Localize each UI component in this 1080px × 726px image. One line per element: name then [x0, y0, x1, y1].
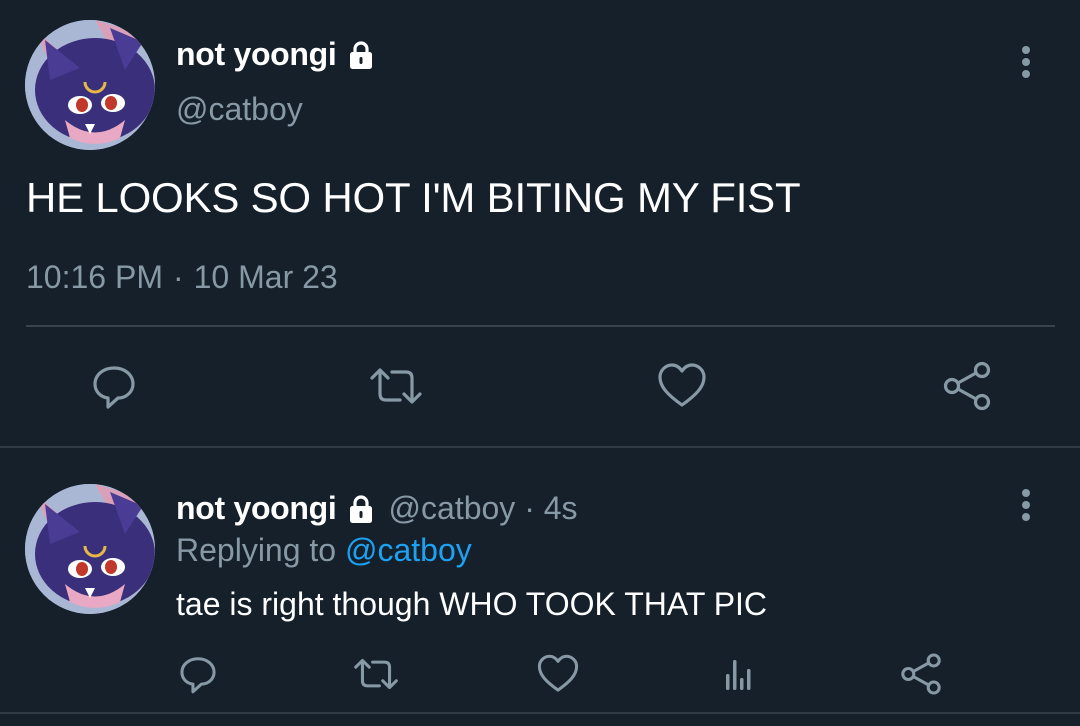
like-heart-icon: [537, 654, 579, 692]
more-vertical-icon[interactable]: [1019, 44, 1033, 84]
share-icon: [901, 653, 941, 695]
share-button[interactable]: [940, 360, 994, 412]
analytics-button[interactable]: [718, 652, 758, 696]
retweet-icon: [354, 658, 398, 690]
main-tweet[interactable]: not yoongi @catboy HE LOOKS SO HOT I'M B…: [0, 0, 1080, 446]
reply-icon: [180, 657, 216, 694]
replying-to: Replying to @catboy: [176, 532, 472, 569]
reply-button[interactable]: [88, 360, 140, 412]
author-row: not yoongi: [176, 36, 377, 73]
share-button[interactable]: [898, 652, 944, 696]
display-name[interactable]: not yoongi: [176, 36, 337, 73]
handle-and-time[interactable]: @catboy · 4s: [389, 490, 578, 527]
retweet-button[interactable]: [350, 652, 402, 696]
tweet-thread: not yoongi @catboy HE LOOKS SO HOT I'M B…: [0, 0, 1080, 726]
replying-label: Replying to: [176, 532, 337, 568]
like-button[interactable]: [536, 652, 580, 696]
retweet-button[interactable]: [366, 360, 426, 412]
retweet-icon: [370, 368, 422, 404]
tweet-date: 10 Mar 23: [193, 259, 338, 295]
reply-text: tae is right though WHO TOOK THAT PIC: [176, 586, 768, 622]
avatar[interactable]: [25, 20, 155, 150]
avatar-image: [25, 20, 155, 150]
reply-icon: [93, 366, 135, 409]
lock-icon: [345, 493, 377, 525]
like-heart-icon: [658, 363, 706, 407]
divider: [0, 712, 1080, 714]
divider: [26, 325, 1055, 327]
mention-link[interactable]: @catboy: [345, 532, 472, 568]
lock-icon: [345, 39, 377, 71]
separator: ·: [172, 259, 184, 295]
more-vertical-icon[interactable]: [1019, 487, 1033, 527]
reply-author-row: not yoongi @catboy · 4s: [176, 490, 578, 527]
timestamp[interactable]: 10:16 PM · 10 Mar 23: [26, 259, 338, 296]
divider: [0, 446, 1080, 448]
like-button[interactable]: [656, 360, 708, 412]
avatar[interactable]: [25, 484, 155, 614]
share-icon: [943, 361, 991, 411]
analytics-icon: [726, 660, 751, 690]
avatar-image: [25, 484, 155, 614]
display-name[interactable]: not yoongi: [176, 490, 337, 527]
reply-button[interactable]: [176, 652, 220, 696]
handle[interactable]: @catboy: [176, 91, 303, 128]
tweet-time: 10:16 PM: [26, 259, 163, 295]
tweet-text: HE LOOKS SO HOT I'M BITING MY FIST: [26, 174, 801, 221]
